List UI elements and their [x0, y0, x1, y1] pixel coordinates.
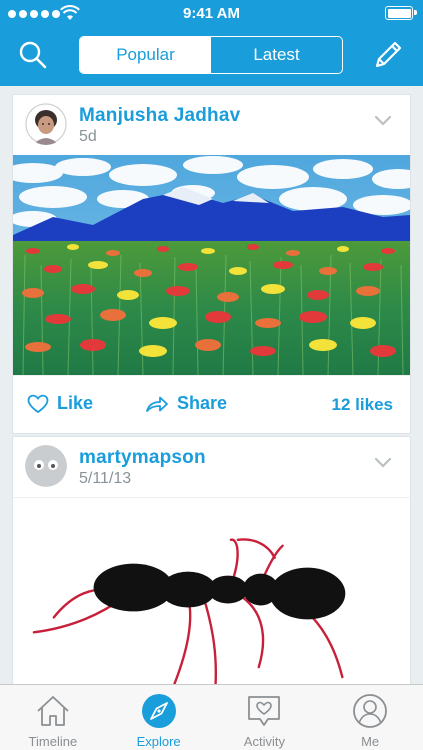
explore-feed[interactable]: Manjusha Jadhav 5d Like Share 12 likes m…	[0, 86, 423, 684]
heart-icon	[27, 394, 49, 413]
post-age: 5/11/13	[79, 470, 132, 487]
chevron-down-icon[interactable]	[374, 113, 392, 127]
post-author[interactable]: martymapson	[79, 447, 206, 469]
tab-bar: Timeline Explore Activity Me	[0, 684, 423, 750]
tab-label: Timeline	[28, 734, 78, 749]
tab-me[interactable]: Me	[317, 685, 423, 750]
search-icon[interactable]	[18, 40, 48, 70]
share-button[interactable]: Share	[145, 393, 227, 414]
compose-pencil-icon[interactable]	[371, 38, 405, 72]
share-arrow-icon	[146, 396, 168, 412]
navigation-bar: 9:41 AM Popular Latest	[0, 0, 423, 86]
compass-icon	[141, 694, 176, 728]
post-card: martymapson 5/11/13	[12, 436, 411, 684]
segment-latest[interactable]: Latest	[211, 37, 342, 73]
tab-explore[interactable]: Explore	[106, 685, 212, 750]
tab-timeline[interactable]: Timeline	[0, 685, 106, 750]
heart-bubble-icon	[248, 696, 281, 726]
post-card: Manjusha Jadhav 5d Like Share 12 likes	[12, 94, 411, 434]
share-label: Share	[177, 393, 228, 413]
tab-label: Activity	[243, 734, 285, 749]
status-bar: 9:41 AM	[0, 0, 423, 28]
chevron-down-icon[interactable]	[374, 455, 392, 469]
battery-icon	[385, 6, 417, 20]
feed-segmented-control: Popular Latest	[79, 36, 343, 74]
post-actions: Like Share 12 likes	[13, 375, 410, 433]
status-time: 9:41 AM	[183, 5, 240, 22]
tab-activity[interactable]: Activity	[212, 685, 318, 750]
segment-popular[interactable]: Popular	[80, 37, 211, 73]
post-header: Manjusha Jadhav 5d	[13, 95, 410, 155]
post-image[interactable]	[13, 155, 410, 375]
post-image[interactable]	[13, 497, 410, 684]
post-header: martymapson 5/11/13	[13, 437, 410, 497]
tab-label: Explore	[136, 734, 181, 749]
house-icon	[37, 696, 69, 726]
avatar[interactable]	[25, 445, 67, 487]
like-button[interactable]: Like	[27, 393, 93, 414]
tab-label: Me	[361, 734, 380, 749]
avatar[interactable]	[25, 103, 67, 145]
post-author[interactable]: Manjusha Jadhav	[79, 105, 240, 127]
person-icon	[353, 694, 388, 728]
likes-count[interactable]: 12 likes	[332, 395, 393, 415]
like-label: Like	[57, 393, 94, 413]
post-age: 5d	[79, 128, 97, 145]
